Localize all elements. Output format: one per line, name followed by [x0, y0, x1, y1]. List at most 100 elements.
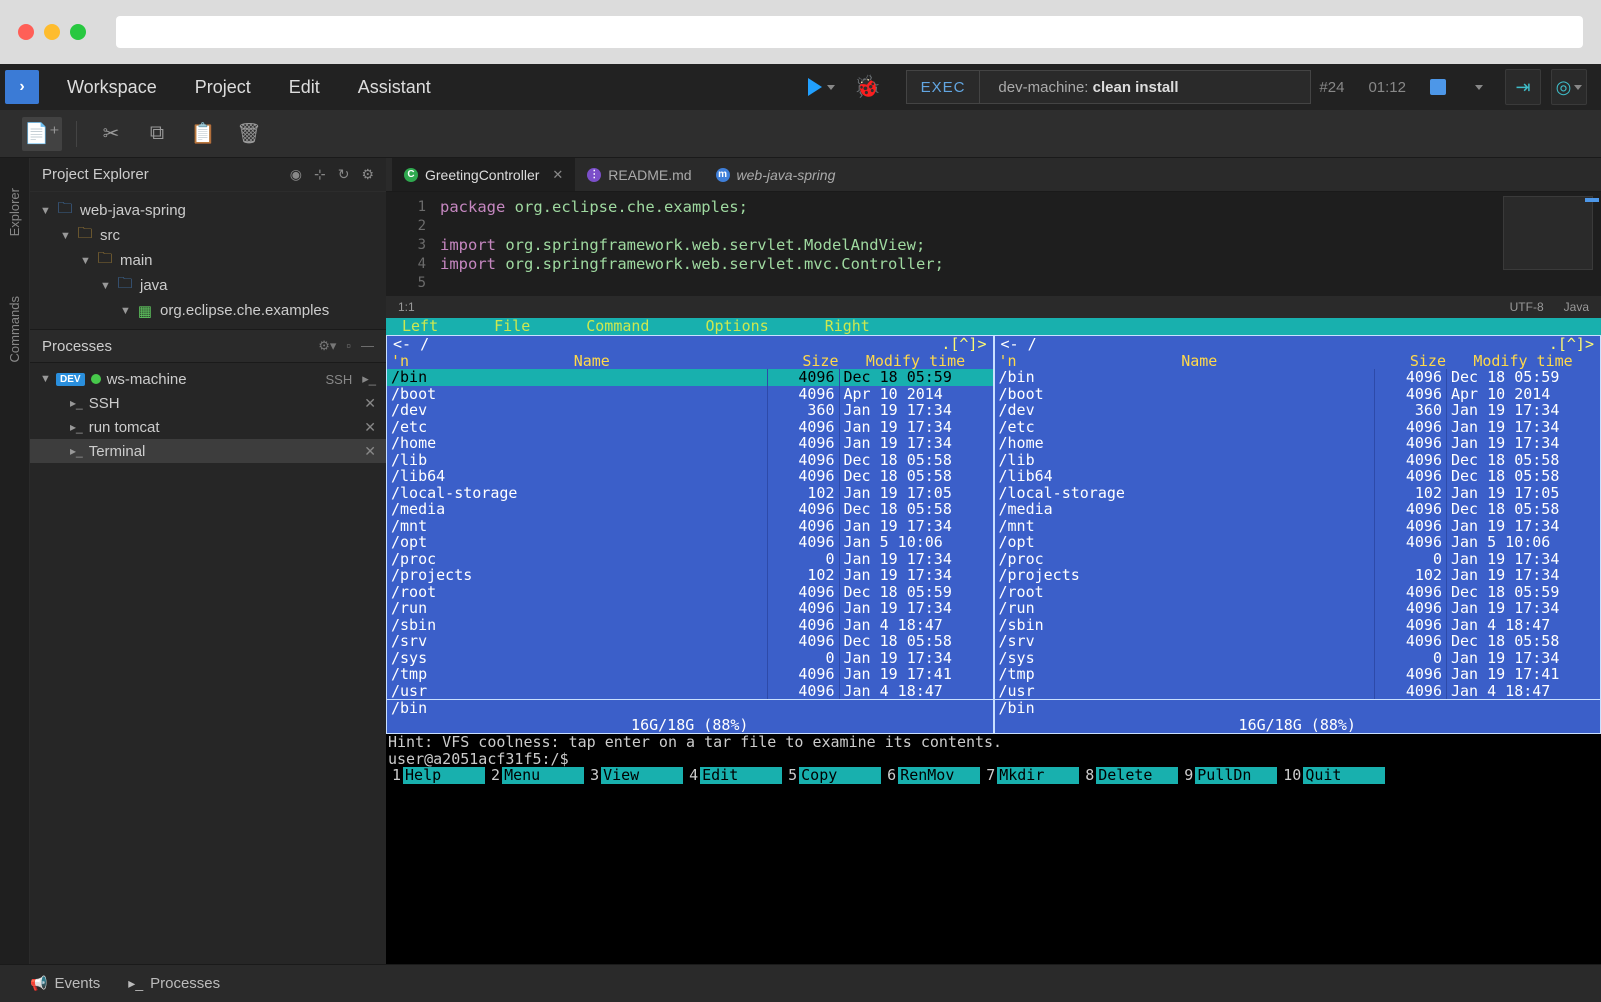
mc-rows[interactable]: /bin4096Dec 18 05:59/boot4096Apr 10 2014… [995, 369, 1601, 699]
project-tree[interactable]: ▼🗀web-java-spring▼🗀src▼🗀main▼🗀java▼▦org.… [30, 192, 386, 329]
maximize-window-icon[interactable] [70, 24, 86, 40]
mc-row[interactable]: /media4096Dec 18 05:58 [995, 501, 1601, 518]
mc-row[interactable]: /sys0Jan 19 17:34 [387, 650, 993, 667]
mc-row[interactable]: /projects102Jan 19 17:34 [995, 567, 1601, 584]
rail-commands[interactable]: Commands [7, 296, 22, 362]
maximize-icon[interactable]: ▫ [346, 338, 351, 354]
close-icon[interactable]: ✕ [552, 167, 563, 183]
stop-button[interactable] [1430, 79, 1446, 95]
file-language[interactable]: Java [1564, 300, 1589, 314]
mc-fkey[interactable]: 8Delete [1079, 767, 1178, 784]
processes-tree[interactable]: ▼ DEV ws-machine SSH ▸_ ▸_SSH✕▸_run tomc… [30, 363, 386, 467]
mc-row[interactable]: /usr4096Jan 4 18:47 [387, 683, 993, 700]
mc-menu-item[interactable]: File [494, 318, 530, 335]
mc-row[interactable]: /mnt4096Jan 19 17:34 [387, 518, 993, 535]
delete-button[interactable]: 🗑 [229, 117, 269, 151]
editor-tab[interactable]: mweb-java-spring [704, 158, 848, 191]
mc-row[interactable]: /proc0Jan 19 17:34 [995, 551, 1601, 568]
mc-row[interactable]: /tmp4096Jan 19 17:41 [387, 666, 993, 683]
app-menu-button[interactable]: › [5, 70, 39, 104]
mc-rows[interactable]: /bin4096Dec 18 05:59/boot4096Apr 10 2014… [387, 369, 993, 699]
collapse-icon[interactable]: ⊹ [314, 166, 326, 183]
mc-row[interactable]: /home4096Jan 19 17:34 [387, 435, 993, 452]
close-icon[interactable]: ✕ [364, 395, 376, 412]
mc-fkey[interactable]: 10Quit [1277, 767, 1385, 784]
exec-command-selector[interactable]: EXEC dev-machine: clean install [906, 70, 1312, 104]
mc-row[interactable]: /projects102Jan 19 17:34 [387, 567, 993, 584]
minimize-window-icon[interactable] [44, 24, 60, 40]
copy-button[interactable]: ⧉ [137, 117, 177, 151]
cut-button[interactable]: ✂ [91, 117, 131, 151]
mc-fkey[interactable]: 7Mkdir [980, 767, 1079, 784]
mc-row[interactable]: /local-storage102Jan 19 17:05 [387, 485, 993, 502]
mc-row[interactable]: /run4096Jan 19 17:34 [995, 600, 1601, 617]
events-tab[interactable]: 📢 Events [30, 975, 100, 992]
mc-menu-item[interactable]: Right [825, 318, 870, 335]
debug-button[interactable]: 🐞 [848, 67, 888, 107]
mc-right-pane[interactable]: <- /.[^]> 'n Name Size Modify time /bin4… [994, 335, 1601, 734]
tree-node[interactable]: ▼🗀java [30, 273, 386, 298]
machine-node[interactable]: ▼ DEV ws-machine SSH ▸_ [30, 367, 386, 391]
mc-row[interactable]: /root4096Dec 18 05:59 [995, 584, 1601, 601]
mc-fkey[interactable]: 3View [584, 767, 683, 784]
new-file-button[interactable]: 📄⁺ [22, 117, 62, 151]
editor-tab[interactable]: ⋮README.md [575, 158, 703, 191]
file-encoding[interactable]: UTF-8 [1510, 300, 1544, 314]
mc-row[interactable]: /boot4096Apr 10 2014 [387, 386, 993, 403]
mc-row[interactable]: /mnt4096Jan 19 17:34 [995, 518, 1601, 535]
gear-icon[interactable]: ⚙▾ [318, 338, 336, 354]
mc-row[interactable]: /lib4096Dec 18 05:58 [387, 452, 993, 469]
menu-workspace[interactable]: Workspace [67, 77, 157, 98]
mc-fkey[interactable]: 5Copy [782, 767, 881, 784]
menu-assistant[interactable]: Assistant [358, 77, 431, 98]
minimap-collapse-icon[interactable] [1585, 198, 1599, 202]
mc-row[interactable]: /run4096Jan 19 17:34 [387, 600, 993, 617]
address-bar[interactable] [116, 16, 1583, 48]
mc-row[interactable]: /tmp4096Jan 19 17:41 [995, 666, 1601, 683]
mc-row[interactable]: /sbin4096Jan 4 18:47 [995, 617, 1601, 634]
tree-node[interactable]: ▼🗀main [30, 248, 386, 273]
processes-tab[interactable]: ▸_ Processes [128, 975, 220, 992]
close-icon[interactable]: ✕ [364, 419, 376, 436]
mc-row[interactable]: /etc4096Jan 19 17:34 [995, 419, 1601, 436]
mc-row[interactable]: /bin4096Dec 18 05:59 [995, 369, 1601, 386]
process-item[interactable]: ▸_Terminal✕ [30, 439, 386, 463]
mc-row[interactable]: /dev360Jan 19 17:34 [995, 402, 1601, 419]
mc-row[interactable]: /dev360Jan 19 17:34 [387, 402, 993, 419]
close-window-icon[interactable] [18, 24, 34, 40]
mc-row[interactable]: /media4096Dec 18 05:58 [387, 501, 993, 518]
mc-row[interactable]: /home4096Jan 19 17:34 [995, 435, 1601, 452]
mc-row[interactable]: /boot4096Apr 10 2014 [995, 386, 1601, 403]
mc-fkeys[interactable]: 1Help2Menu3View4Edit5Copy6RenMov7Mkdir8D… [386, 767, 1601, 784]
mc-menu-item[interactable]: Command [586, 318, 649, 335]
mc-row[interactable]: /usr4096Jan 4 18:47 [995, 683, 1601, 700]
menu-project[interactable]: Project [195, 77, 251, 98]
rail-explorer[interactable]: Explorer [7, 188, 22, 236]
mc-row[interactable]: /lib644096Dec 18 05:58 [387, 468, 993, 485]
mc-menu[interactable]: Left File Command Options Right [386, 318, 1601, 335]
mc-row[interactable]: /sbin4096Jan 4 18:47 [387, 617, 993, 634]
code-editor[interactable]: 12345 package org.eclipse.che.examples; … [386, 192, 1601, 296]
tree-node[interactable]: ▼▦org.eclipse.che.examples [30, 298, 386, 323]
mc-row[interactable]: /root4096Dec 18 05:59 [387, 584, 993, 601]
mc-prompt[interactable]: user@a2051acf31f5:/$ [386, 751, 1601, 768]
mc-menu-item[interactable]: Left [402, 318, 438, 335]
chevron-down-icon[interactable] [1475, 85, 1483, 90]
ssh-badge[interactable]: SSH [326, 372, 353, 387]
locate-icon[interactable]: ◉ [290, 166, 302, 183]
mc-fkey[interactable]: 6RenMov [881, 767, 980, 784]
mc-row[interactable]: /opt4096Jan 5 10:06 [387, 534, 993, 551]
terminal-mc[interactable]: Left File Command Options Right <- /.[^]> 'n… [386, 318, 1601, 964]
mc-row[interactable]: /lib644096Dec 18 05:58 [995, 468, 1601, 485]
mc-menu-item[interactable]: Options [705, 318, 768, 335]
terminal-panel-button[interactable]: ⇥ [1505, 69, 1541, 105]
mc-row[interactable]: /etc4096Jan 19 17:34 [387, 419, 993, 436]
mc-row[interactable]: /srv4096Dec 18 05:58 [995, 633, 1601, 650]
refresh-icon[interactable]: ↻ [338, 166, 350, 183]
mc-left-pane[interactable]: <- /.[^]> 'n Name Size Modify time /bin4… [386, 335, 994, 734]
mc-fkey[interactable]: 4Edit [683, 767, 782, 784]
mc-row[interactable]: /srv4096Dec 18 05:58 [387, 633, 993, 650]
mc-row[interactable]: /opt4096Jan 5 10:06 [995, 534, 1601, 551]
mc-row[interactable]: /lib4096Dec 18 05:58 [995, 452, 1601, 469]
process-item[interactable]: ▸_run tomcat✕ [30, 415, 386, 439]
